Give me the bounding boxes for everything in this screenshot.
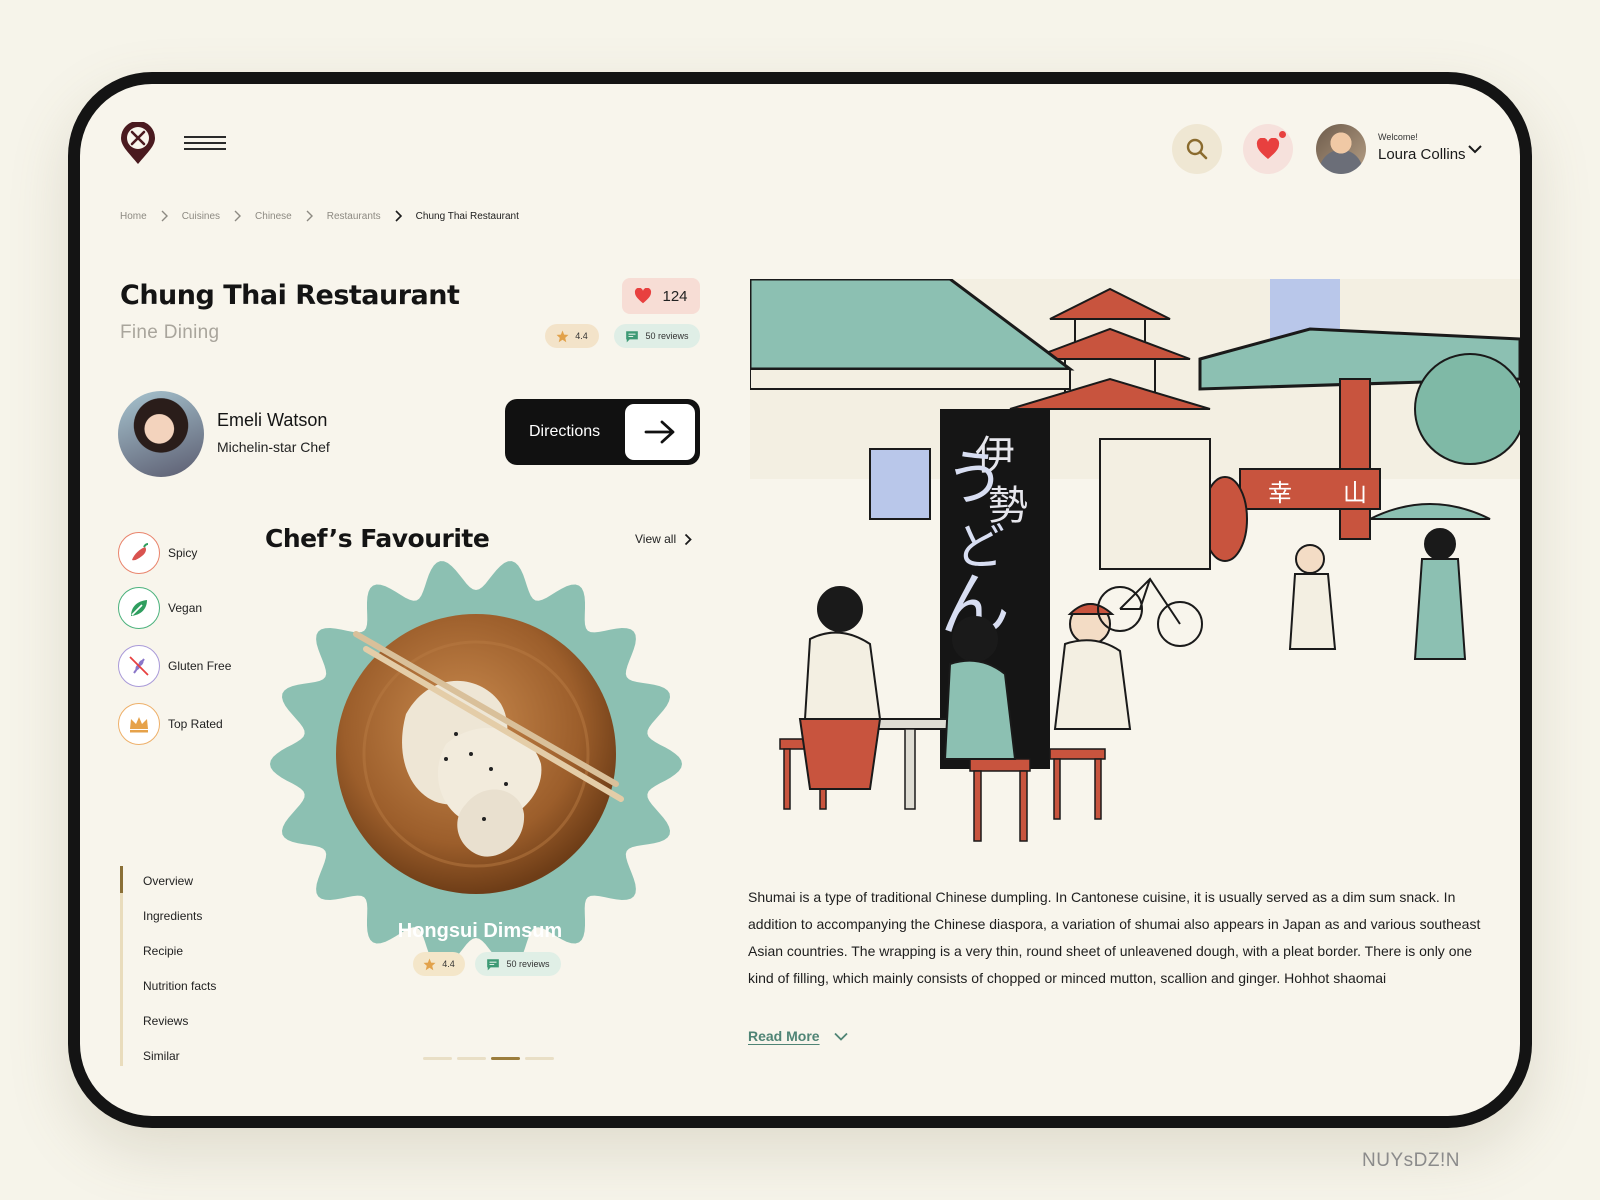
nav-similar[interactable]: Similar [143, 1049, 180, 1063]
side-nav-track [120, 866, 123, 1066]
filter-spicy[interactable]: Spicy [118, 532, 197, 574]
rating-value: 4.4 [575, 331, 588, 341]
filter-label: Top Rated [168, 717, 223, 731]
logo-icon[interactable] [120, 122, 156, 166]
chevron-down-icon [833, 1032, 848, 1041]
dish-reviews-badge[interactable]: 50 reviews [475, 952, 561, 976]
dish-name: Hongsui Dimsum [397, 920, 563, 942]
view-all-link[interactable]: View all [635, 532, 692, 546]
reviews-count: 50 reviews [645, 331, 689, 341]
chef-name: Emeli Watson [217, 410, 328, 430]
banner-char-2: 山 [1343, 479, 1367, 507]
filter-top-rated[interactable]: Top Rated [118, 703, 223, 745]
breadcrumb-chinese[interactable]: Chinese [255, 211, 292, 222]
breadcrumb-restaurants[interactable]: Restaurants [327, 211, 381, 222]
arrow-right-icon [625, 404, 695, 460]
banner-char-1: 幸 [1268, 479, 1292, 507]
directions-label: Directions [529, 423, 601, 440]
breadcrumb-cuisines[interactable]: Cuisines [182, 211, 220, 222]
search-button[interactable] [1172, 124, 1222, 174]
restaurant-title: Chung Thai Restaurant [120, 280, 460, 311]
nav-recipe[interactable]: Recipie [143, 944, 183, 958]
nav-nutrition-facts[interactable]: Nutrition facts [143, 979, 216, 993]
read-more-label: Read More [748, 1028, 820, 1044]
breadcrumb: Home Cuisines Chinese Restaurants Chung … [120, 210, 519, 222]
chevron-down-icon[interactable] [1468, 144, 1482, 154]
comment-icon [487, 958, 500, 970]
favorites-button[interactable] [1243, 124, 1293, 174]
nav-ingredients[interactable]: Ingredients [143, 909, 202, 923]
chevron-right-icon [234, 210, 242, 222]
chili-icon [118, 532, 160, 574]
chevron-right-icon [306, 210, 313, 222]
notification-dot [1278, 130, 1287, 139]
wheat-crossed-icon [118, 645, 160, 687]
user-avatar[interactable] [1316, 124, 1366, 174]
breadcrumb-home[interactable]: Home [120, 211, 147, 222]
directions-button[interactable]: Directions [505, 399, 700, 465]
carousel-dot[interactable] [525, 1057, 554, 1060]
nav-overview[interactable]: Overview [143, 874, 193, 888]
like-badge[interactable]: 124 [622, 278, 700, 314]
nav-reviews[interactable]: Reviews [143, 1014, 188, 1028]
chef-role: Michelin-star Chef [217, 439, 330, 455]
dish-reviews-count: 50 reviews [506, 959, 550, 969]
filter-vegan[interactable]: Vegan [118, 587, 202, 629]
dish-rating-badge: 4.4 [413, 952, 465, 976]
heart-icon [635, 288, 652, 304]
app-screen: Welcome! Loura Collins Home Cuisines Chi… [80, 84, 1520, 1116]
side-nav-active-indicator [120, 866, 123, 893]
chef-avatar [118, 391, 204, 477]
filter-label: Vegan [168, 601, 203, 615]
chevron-right-icon [161, 210, 168, 222]
filter-label: Spicy [168, 546, 198, 560]
breadcrumb-current: Chung Thai Restaurant [415, 210, 519, 222]
view-all-label: View all [635, 532, 677, 546]
star-icon [556, 330, 569, 342]
section-title: Chef’s Favourite [265, 524, 490, 553]
star-icon [423, 958, 436, 970]
dish-rating-value: 4.4 [442, 959, 455, 969]
menu-icon[interactable] [184, 136, 226, 154]
rating-badge: 4.4 [545, 324, 599, 348]
carousel-dot[interactable] [457, 1057, 486, 1060]
sign-char-3: う [945, 444, 1005, 514]
street-illustration: 伊 勢 う ど ん 幸 山 [750, 279, 1520, 879]
description-text: Shumai is a type of traditional Chinese … [748, 889, 1481, 986]
restaurant-category: Fine Dining [120, 322, 220, 343]
heart-icon [1256, 138, 1280, 159]
leaf-icon [118, 587, 160, 629]
welcome-text: Welcome! [1378, 132, 1418, 142]
read-more-link[interactable]: Read More [748, 1028, 848, 1044]
chevron-right-icon [395, 210, 402, 222]
user-name: Loura Collins [1378, 146, 1466, 163]
crown-icon [118, 703, 160, 745]
carousel-indicator [423, 1057, 554, 1060]
carousel-dot[interactable] [423, 1057, 452, 1060]
filter-label: Gluten Free [168, 659, 232, 673]
chevron-right-icon [685, 533, 692, 545]
filter-gluten-free[interactable]: Gluten Free [118, 645, 231, 687]
dish-card[interactable] [256, 554, 716, 1014]
reviews-badge[interactable]: 50 reviews [614, 324, 700, 348]
carousel-dot[interactable] [491, 1057, 520, 1060]
watermark: NUYsDZ!N [1362, 1150, 1460, 1171]
like-count: 124 [662, 287, 688, 305]
search-icon [1186, 138, 1208, 160]
comment-icon [626, 330, 639, 342]
